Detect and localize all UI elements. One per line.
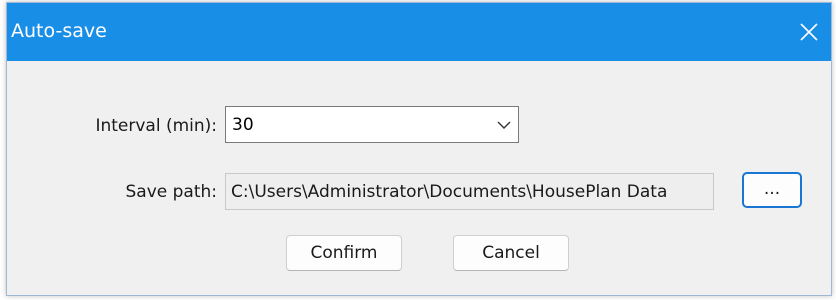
auto-save-dialog: Auto-save Interval (min): 30 Save path: …: [6, 2, 832, 296]
browse-button[interactable]: ...: [742, 172, 802, 208]
chevron-down-icon: [497, 121, 511, 129]
confirm-button[interactable]: Confirm: [286, 235, 402, 271]
interval-select[interactable]: 30: [225, 106, 519, 143]
dialog-title: Auto-save: [11, 20, 107, 42]
close-icon: [800, 23, 818, 41]
title-bar: Auto-save: [7, 3, 831, 61]
save-path-field[interactable]: C:\Users\Administrator\Documents\HousePl…: [225, 173, 714, 210]
cancel-button[interactable]: Cancel: [453, 235, 569, 271]
save-path-value: C:\Users\Administrator\Documents\HousePl…: [231, 182, 668, 202]
close-button[interactable]: [787, 3, 831, 61]
save-path-label: Save path:: [125, 182, 217, 202]
interval-value: 30: [232, 115, 254, 135]
interval-label: Interval (min):: [95, 116, 217, 136]
